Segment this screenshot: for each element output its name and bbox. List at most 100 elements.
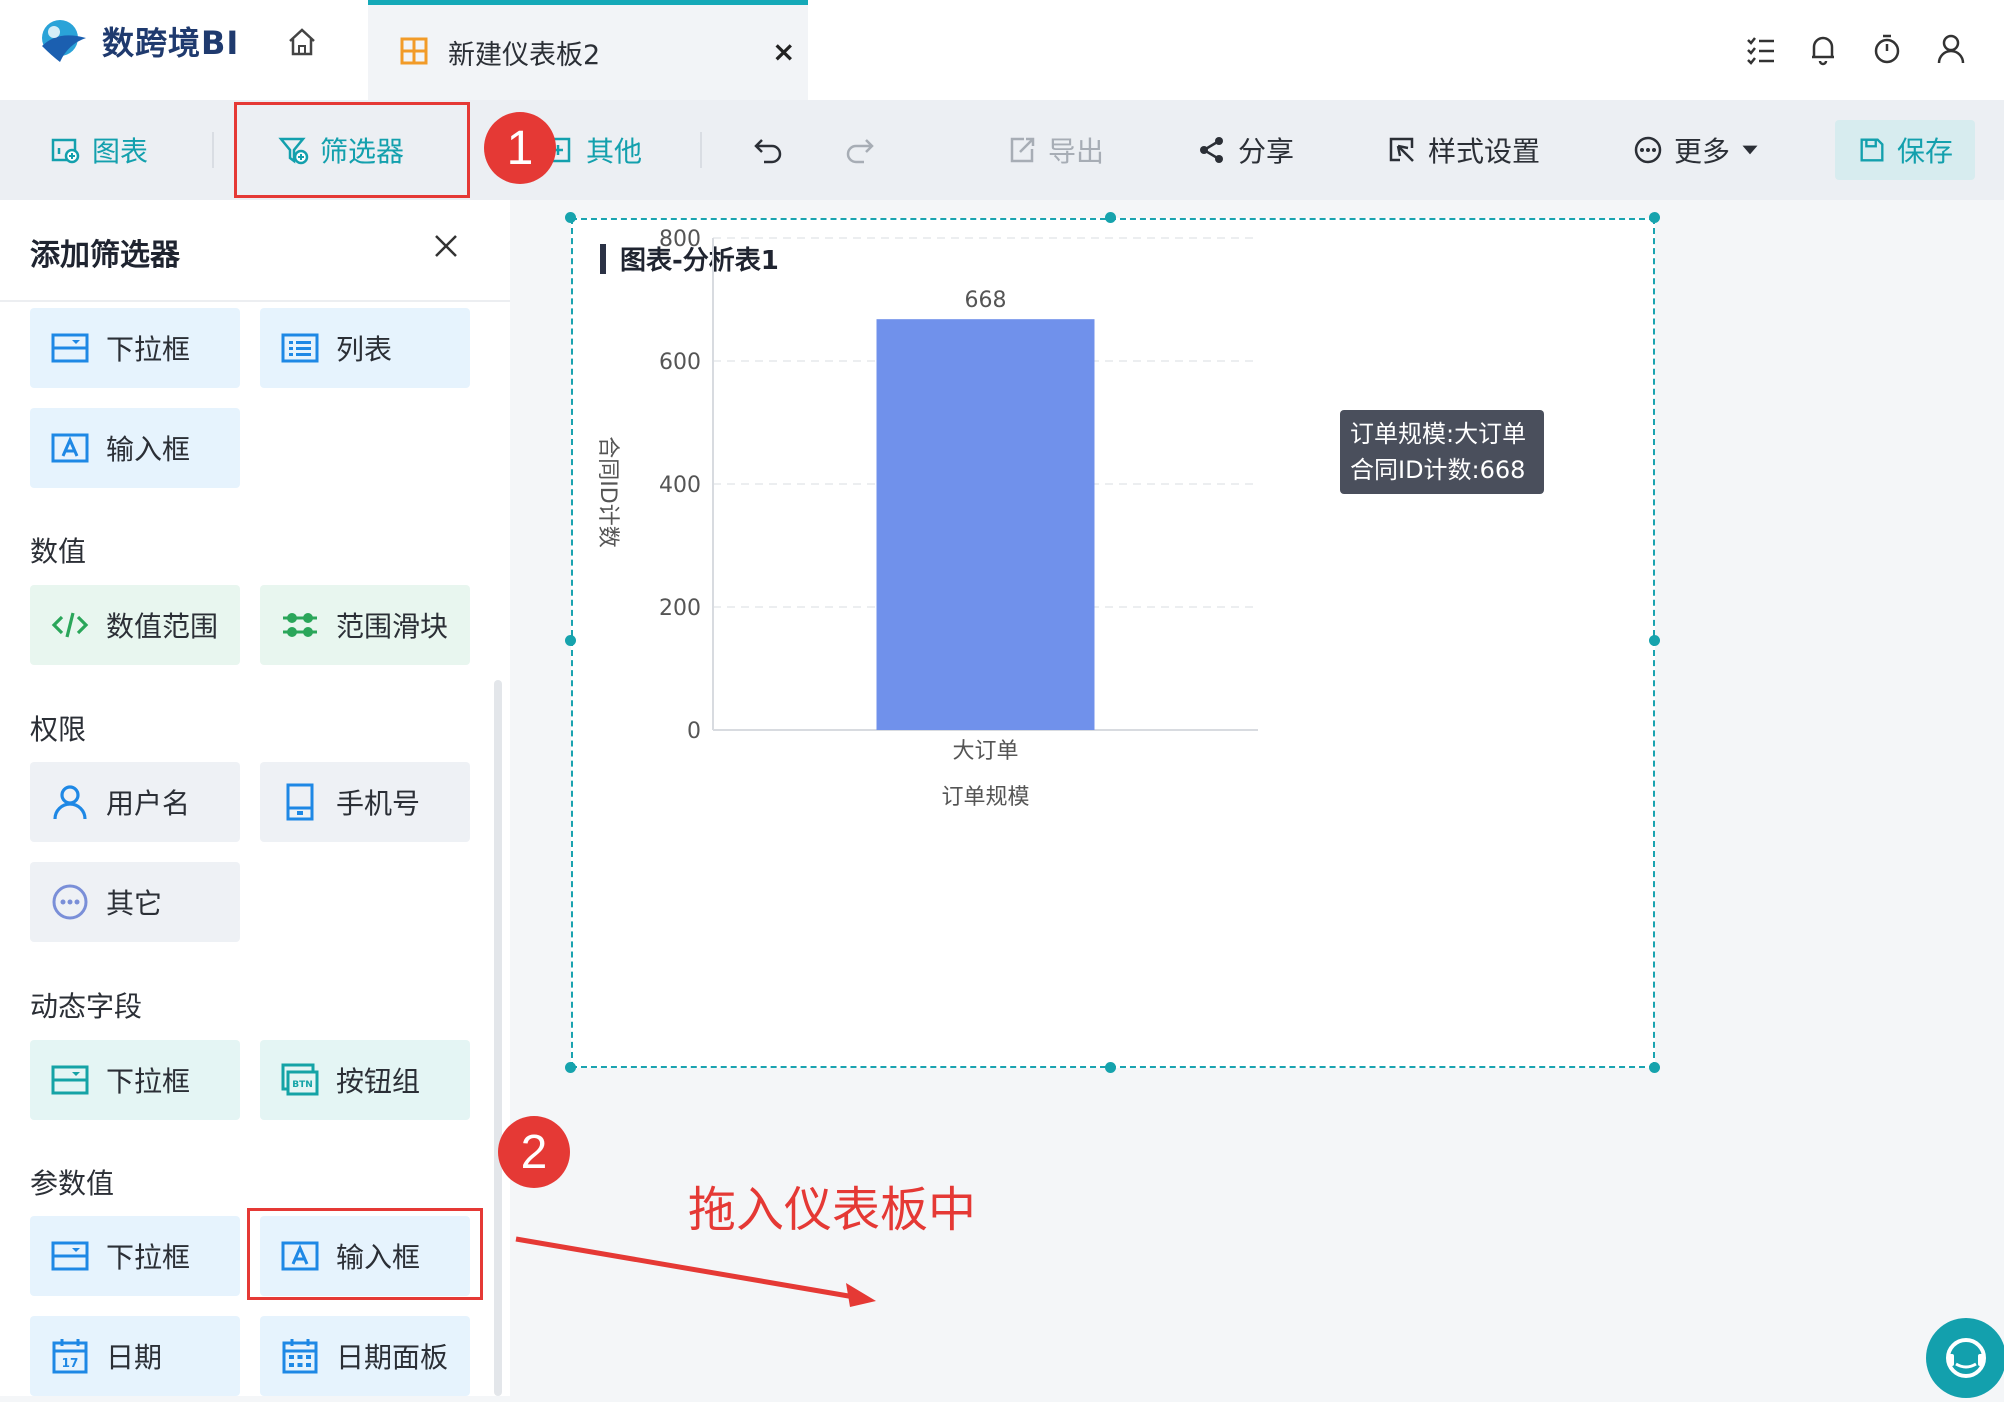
filter-card-range-slider[interactable]: 范围滑块 xyxy=(260,585,470,665)
card-label: 下拉框 xyxy=(106,1241,191,1274)
user-icon xyxy=(53,785,87,820)
close-icon[interactable] xyxy=(432,232,460,260)
chart-tooltip: 订单规模:大订单 合同ID计数:668 xyxy=(1340,410,1544,494)
y-tick-label: 0 xyxy=(687,719,701,744)
timer-icon[interactable] xyxy=(1870,32,1904,66)
save-button[interactable]: 保存 xyxy=(1835,120,1975,180)
section-title-permission: 权限 xyxy=(30,713,87,746)
export-button[interactable]: 导出 xyxy=(1006,128,1104,172)
filter-card-dynamic-dropdown[interactable]: 下拉框 xyxy=(30,1040,240,1120)
chat-icon xyxy=(1946,1338,1986,1378)
more-button[interactable]: 更多 xyxy=(1632,128,1760,172)
x-tick-label: 大订单 xyxy=(952,739,1018,764)
share-button[interactable]: 分享 xyxy=(1196,128,1294,172)
tooltip-line-2: 合同ID计数:668 xyxy=(1350,456,1526,484)
filter-highlight-box xyxy=(234,102,470,198)
caret-down-icon xyxy=(1742,145,1758,155)
y-tick-label: 200 xyxy=(659,596,701,621)
y-tick-label: 800 xyxy=(659,227,701,252)
input-box-icon xyxy=(51,433,89,463)
card-label: 下拉框 xyxy=(106,1065,191,1098)
dashboard-icon xyxy=(400,37,428,65)
section-title-param: 参数值 xyxy=(30,1167,115,1200)
add-chart-icon xyxy=(51,138,80,164)
step-badge-2: 2 xyxy=(498,1116,570,1188)
list-icon xyxy=(281,333,319,363)
share-button-label: 分享 xyxy=(1238,135,1295,168)
card-label: 下拉框 xyxy=(106,333,191,366)
other-button-label: 其他 xyxy=(586,135,643,168)
svg-text:BTN: BTN xyxy=(292,1080,313,1090)
card-label: 输入框 xyxy=(106,433,191,466)
dropdown-icon xyxy=(51,333,89,363)
export-icon xyxy=(1010,137,1035,163)
home-icon[interactable] xyxy=(284,24,320,60)
style-settings-button[interactable]: 样式设置 xyxy=(1386,128,1540,172)
card-label: 按钮组 xyxy=(336,1065,421,1098)
filter-card-button-group[interactable]: BTN 按钮组 xyxy=(260,1040,470,1120)
filter-card-username[interactable]: 用户名 xyxy=(30,762,240,842)
save-button-label: 保存 xyxy=(1896,135,1953,168)
task-list-icon[interactable] xyxy=(1744,32,1778,66)
card-label: 日期面板 xyxy=(336,1341,449,1374)
panel-scrollbar[interactable] xyxy=(494,680,502,1396)
ellipsis-circle-icon xyxy=(52,884,88,920)
save-icon xyxy=(1860,138,1884,162)
chart-button[interactable]: 图表 xyxy=(50,128,148,172)
section-title-dynamic: 动态字段 xyxy=(30,990,143,1023)
calendar-icon: 17 xyxy=(52,1339,88,1374)
card-label: 列表 xyxy=(336,333,393,366)
user-icon[interactable] xyxy=(1934,32,1968,66)
bar xyxy=(876,319,1095,730)
slider-icon xyxy=(283,613,317,637)
bell-icon[interactable] xyxy=(1806,32,1840,66)
dropdown-icon xyxy=(51,1241,89,1271)
tab-close-button[interactable]: × xyxy=(772,35,795,68)
redo-icon[interactable] xyxy=(842,132,876,166)
logo-icon xyxy=(42,20,86,62)
arrow-icon xyxy=(515,1236,876,1307)
style-settings-label: 样式设置 xyxy=(1428,135,1541,168)
filter-card-numeric-range[interactable]: 数值范围 xyxy=(30,585,240,665)
card-label: 用户名 xyxy=(106,787,191,820)
style-icon xyxy=(1389,137,1414,162)
app-logo[interactable]: 数跨境BI xyxy=(38,16,239,66)
card-label: 手机号 xyxy=(336,787,421,820)
y-tick-label: 600 xyxy=(659,350,701,375)
divider xyxy=(700,132,702,168)
tab-label: 新建仪表板2 xyxy=(448,40,601,71)
share-icon xyxy=(1200,137,1223,163)
calendar-grid-icon xyxy=(282,1339,318,1374)
export-button-label: 导出 xyxy=(1048,135,1105,168)
filter-card-input[interactable]: 输入框 xyxy=(30,408,240,488)
code-range-icon xyxy=(51,612,89,638)
filter-card-list[interactable]: 列表 xyxy=(260,308,470,388)
chat-support-button[interactable] xyxy=(1926,1318,2004,1398)
other-button[interactable]: 其他 xyxy=(544,128,642,172)
section-title-numeric: 数值 xyxy=(30,535,87,568)
filter-card-param-dropdown[interactable]: 下拉框 xyxy=(30,1216,240,1296)
panel-title: 添加筛选器 xyxy=(30,238,180,273)
card-label: 日期 xyxy=(106,1341,163,1374)
step-badge-1: 1 xyxy=(484,112,556,184)
filter-card-date-panel[interactable]: 日期面板 xyxy=(260,1316,470,1396)
dropdown-icon xyxy=(51,1065,89,1095)
filter-card-dropdown[interactable]: 下拉框 xyxy=(30,308,240,388)
phone-icon xyxy=(286,783,314,821)
y-axis-title: 合同ID计数 xyxy=(595,436,620,547)
filter-card-other[interactable]: 其它 xyxy=(30,862,240,942)
button-group-icon: BTN xyxy=(281,1063,319,1096)
divider xyxy=(212,132,214,168)
filter-card-date[interactable]: 17 日期 xyxy=(30,1316,240,1396)
divider xyxy=(0,300,510,302)
card-label: 数值范围 xyxy=(106,610,219,643)
filter-card-phone[interactable]: 手机号 xyxy=(260,762,470,842)
undo-icon[interactable] xyxy=(752,132,786,166)
tab-dashboard[interactable]: 新建仪表板2 × xyxy=(368,0,808,100)
y-tick-label: 400 xyxy=(659,473,701,498)
tooltip-line-1: 订单规模:大订单 xyxy=(1350,420,1527,448)
more-button-label: 更多 xyxy=(1674,135,1731,168)
app-name: 数跨境BI xyxy=(102,24,240,62)
card-label: 其它 xyxy=(106,887,163,920)
data-label: 668 xyxy=(965,288,1007,313)
